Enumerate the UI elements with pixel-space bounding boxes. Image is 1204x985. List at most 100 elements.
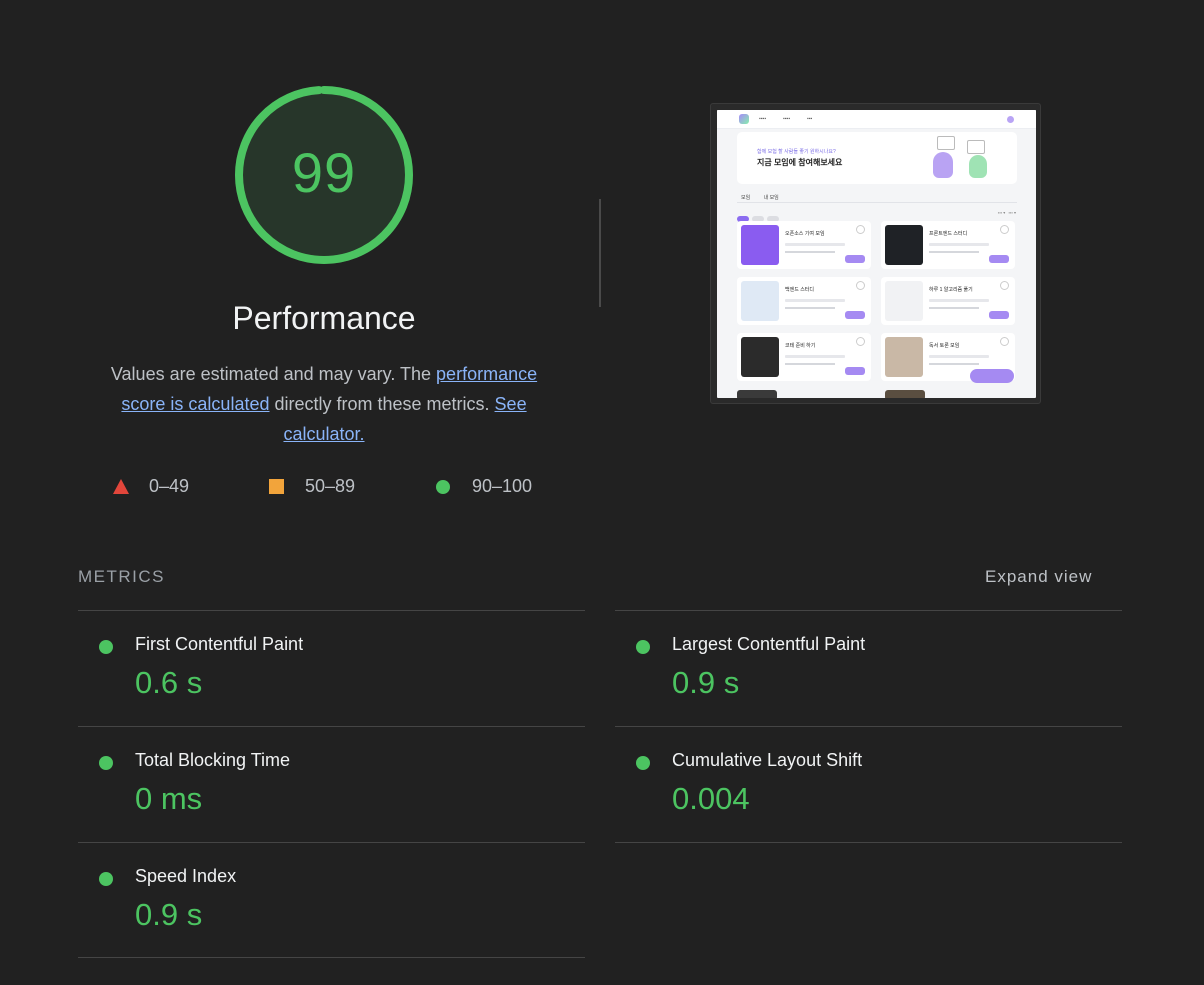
thumb-nav-item: ▪▪▪▪ <box>759 116 767 122</box>
thumb-banner-sub: 함께 모험 할 사람들 좋기 원하시나요? <box>757 149 836 155</box>
thumb-card-line <box>785 307 835 309</box>
thumb-banner-title: 지금 모임에 참여해보세요 <box>757 158 843 167</box>
thumb-card-line <box>929 243 989 246</box>
thumb-sort: ▪▪▪ ▾ ▪▪▪ ▾ <box>997 210 1016 215</box>
thumb-card-line <box>929 307 979 309</box>
thumb-card-button <box>989 255 1009 263</box>
thumb-card-image <box>885 337 923 377</box>
metric-label: Largest Contentful Paint <box>672 634 866 654</box>
description-prefix: Values are estimated and may vary. The <box>110 364 437 384</box>
pass-circle-icon <box>99 872 113 886</box>
thumb-card-image <box>885 281 923 321</box>
pass-circle-icon <box>99 640 113 654</box>
thumb-heart-icon <box>856 281 865 290</box>
final-screenshot[interactable]: ▪▪▪▪ ▪▪▪▪ ▪▪▪ 함께 모험 할 사람들 좋기 원하시나요? 지금 모… <box>710 103 1041 404</box>
thumb-card-title: 코테 준비 하기 <box>785 343 816 349</box>
thumb-card-peek <box>885 390 925 398</box>
pass-circle-icon <box>99 756 113 770</box>
expand-view-toggle[interactable]: Expand view <box>985 567 1092 587</box>
legend-fail: 0–49 <box>113 476 189 497</box>
legend-fail-label: 0–49 <box>149 476 190 496</box>
thumb-card-title: 독서 토론 모임 <box>929 343 960 349</box>
metrics-divider <box>78 957 585 958</box>
thumb-character-purple <box>933 152 953 178</box>
thumb-logo <box>739 114 749 124</box>
legend-pass-label: 90–100 <box>472 476 533 496</box>
thumb-tab: 모임 <box>741 195 751 201</box>
thumb-card-line <box>785 355 845 358</box>
thumb-card-image <box>741 281 779 321</box>
thumb-card: 백엔드 스터디 <box>737 277 871 325</box>
thumb-card: 하루 1 알고리즘 풀기 <box>881 277 1015 325</box>
metric-fcp: First Contentful Paint 0.6 s <box>78 611 585 726</box>
thumb-card-line <box>785 363 835 365</box>
thumb-speech-bubble <box>967 140 985 154</box>
metric-label: Cumulative Layout Shift <box>672 750 863 770</box>
metric-label: Total Blocking Time <box>135 750 291 770</box>
average-square-icon <box>269 479 284 494</box>
thumb-card-title: 백엔드 스터디 <box>785 287 814 293</box>
thumb-avatar <box>1007 116 1014 123</box>
vertical-divider <box>599 199 601 307</box>
thumb-heart-icon <box>1000 337 1009 346</box>
thumb-tab-underline <box>737 202 1017 203</box>
thumb-heart-icon <box>1000 225 1009 234</box>
thumb-heart-icon <box>856 337 865 346</box>
metric-cls: Cumulative Layout Shift 0.004 <box>615 727 1122 842</box>
pass-circle-icon <box>436 479 450 494</box>
metrics-heading: METRICS <box>78 567 165 586</box>
legend-pass: 90–100 <box>436 476 532 497</box>
metric-value: 0.004 <box>672 781 750 816</box>
score-description: Values are estimated and may vary. The p… <box>94 359 554 449</box>
legend-average-label: 50–89 <box>305 476 356 496</box>
thumb-heart-icon <box>1000 281 1009 290</box>
thumb-tabs: 모임 내 모임 <box>741 194 791 201</box>
metric-value: 0.6 s <box>135 665 203 700</box>
thumb-card-button <box>845 311 865 319</box>
thumb-card-title: 하루 1 알고리즘 풀기 <box>929 287 973 293</box>
thumb-nav-item: ▪▪▪ <box>807 116 813 122</box>
pass-circle-icon <box>636 756 650 770</box>
thumb-card-line <box>929 355 989 358</box>
pass-circle-icon <box>636 640 650 654</box>
thumb-heart-icon <box>856 225 865 234</box>
description-middle: directly from these metrics. <box>269 394 495 414</box>
thumb-navbar: ▪▪▪▪ ▪▪▪▪ ▪▪▪ <box>717 110 1036 129</box>
gauge-title: Performance <box>232 300 416 336</box>
screenshot-content: ▪▪▪▪ ▪▪▪▪ ▪▪▪ 함께 모험 할 사람들 좋기 원하시나요? 지금 모… <box>717 110 1036 398</box>
thumb-card-line <box>785 243 845 246</box>
thumb-card-image <box>741 225 779 265</box>
metric-label: First Contentful Paint <box>135 634 304 654</box>
thumb-card: 오픈소스 기여 모임 <box>737 221 871 269</box>
thumb-tab: 내 모임 <box>763 195 779 201</box>
metric-lcp: Largest Contentful Paint 0.9 s <box>615 611 1122 726</box>
thumb-card-title: 프론트엔드 스터디 <box>929 231 968 237</box>
fail-triangle-icon <box>113 479 129 494</box>
thumb-card-line <box>929 299 989 302</box>
performance-score-gauge: 99 <box>233 84 415 266</box>
thumb-card: 프론트엔드 스터디 <box>881 221 1015 269</box>
thumb-card-line <box>785 251 835 253</box>
thumb-card: 코테 준비 하기 <box>737 333 871 381</box>
thumb-card-button <box>989 311 1009 319</box>
metric-tbt: Total Blocking Time 0 ms <box>78 727 585 842</box>
thumb-card-image <box>885 225 923 265</box>
score-value: 99 <box>291 140 357 204</box>
metric-value: 0.9 s <box>672 665 740 700</box>
score-legend: 0–49 50–89 90–100 <box>0 476 620 500</box>
legend-average: 50–89 <box>269 476 355 497</box>
metric-label: Speed Index <box>135 866 237 886</box>
thumb-card-image <box>741 337 779 377</box>
metric-si: Speed Index 0.9 s <box>78 843 585 958</box>
thumb-card-title: 오픈소스 기여 모임 <box>785 231 825 237</box>
metric-value: 0 ms <box>135 781 203 816</box>
thumb-character-green <box>969 155 987 178</box>
thumb-nav-item: ▪▪▪▪ <box>783 116 791 122</box>
thumb-speech-bubble <box>937 136 955 150</box>
thumb-card-line <box>929 251 979 253</box>
thumb-floating-button <box>970 369 1014 383</box>
metric-value: 0.9 s <box>135 897 203 932</box>
thumb-card-peek <box>737 390 777 398</box>
thumb-card-line <box>929 363 979 365</box>
thumb-banner: 함께 모험 할 사람들 좋기 원하시나요? 지금 모임에 참여해보세요 <box>737 132 1017 184</box>
